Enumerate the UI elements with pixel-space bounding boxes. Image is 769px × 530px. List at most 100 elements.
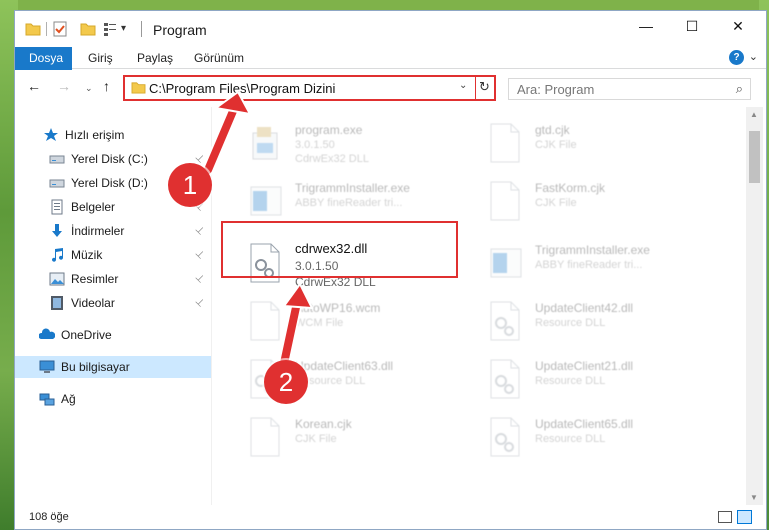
file-icon: [250, 301, 280, 341]
explorer-window: ▾ Program — ☐ ✕ Dosya Giriş Paylaş Görün…: [14, 10, 767, 530]
file-item[interactable]: cdrwex32.dll 3.0.1.50 CdrwEx32 DLL: [235, 235, 475, 289]
navpane-item[interactable]: Videolar ⊥: [15, 292, 211, 314]
details-view-icon[interactable]: [718, 511, 732, 523]
navpane-item[interactable]: Resimler ⊥: [15, 268, 211, 290]
pictures-icon: [49, 272, 65, 286]
pin-icon[interactable]: ⊥: [188, 292, 210, 314]
file-detail: WCM File: [295, 317, 344, 329]
tab-view[interactable]: Görünüm: [187, 47, 251, 69]
file-item[interactable]: AutoWP16.wcm WCM File: [235, 293, 475, 347]
file-name: TrigrammInstaller.exe: [295, 181, 410, 195]
back-button[interactable]: ←: [27, 78, 41, 94]
navpane-item-label: Bu bilgisayar: [61, 360, 130, 374]
download-icon: [52, 224, 62, 237]
scroll-down-icon[interactable]: ▼: [750, 493, 758, 502]
file-name: AutoWP16.wcm: [295, 301, 381, 315]
address-path[interactable]: C:\Program Files\Program Dizini: [149, 81, 335, 96]
navpane-item[interactable]: Müzik ⊥: [15, 244, 211, 266]
file-name: Korean.cjk: [295, 417, 352, 431]
scrollbar-thumb[interactable]: [749, 131, 760, 183]
maximize-button[interactable]: ☐: [669, 11, 715, 41]
file-detail: 3.0.1.50: [295, 259, 339, 273]
scroll-up-icon[interactable]: ▲: [750, 110, 758, 119]
navpane-item[interactable]: Hızlı erişim: [15, 124, 211, 146]
address-dropdown-chevron-icon[interactable]: ⌄: [459, 80, 467, 91]
close-button[interactable]: ✕: [715, 11, 761, 41]
navpane-item[interactable]: Ağ: [15, 388, 211, 410]
item-count: 108 öğe: [29, 511, 69, 523]
computer-icon: [39, 360, 55, 373]
properties-check-icon[interactable]: [53, 21, 67, 37]
customize-toolbar-chevron-icon[interactable]: ▾: [121, 21, 133, 37]
new-folder-icon[interactable]: [80, 21, 96, 37]
search-input[interactable]: Ara: Program: [517, 82, 594, 97]
vertical-scrollbar[interactable]: ▲ ▼: [746, 107, 763, 505]
large-icons-view-icon[interactable]: [737, 510, 752, 524]
network-icon: [39, 393, 55, 406]
exe-icon: [252, 127, 278, 160]
window-title: Program: [153, 22, 207, 38]
navpane-item-label: Belgeler: [71, 200, 116, 214]
videos-icon: [51, 296, 63, 310]
pin-icon[interactable]: ⊥: [188, 220, 210, 242]
minimize-button[interactable]: —: [623, 11, 669, 41]
drive-icon: [49, 179, 65, 188]
search-icon[interactable]: ⌕: [736, 81, 743, 97]
file-item[interactable]: gtd.cjk CJK File: [475, 115, 715, 169]
ribbon-tabs: Dosya Giriş Paylaş Görünüm ? ⌄: [15, 47, 766, 101]
view-properties-icon[interactable]: [103, 21, 117, 37]
file-detail: ABBY fineReader tri...: [295, 197, 403, 209]
tab-home[interactable]: Giriş: [81, 47, 120, 69]
pane-divider: [211, 107, 212, 505]
file-item[interactable]: UpdateClient42.dll Resource DLL: [475, 293, 715, 347]
help-icon[interactable]: ?: [729, 50, 744, 65]
navpane-item-label: İndirmeler: [71, 224, 125, 238]
file-name: FastKorm.cjk: [535, 181, 606, 195]
drive-icon: [49, 155, 65, 164]
file-name: UpdateClient63.dll: [295, 359, 394, 373]
file-item[interactable]: UpdateClient21.dll Resource DLL: [475, 351, 715, 405]
tab-share[interactable]: Paylaş: [130, 47, 180, 69]
file-item[interactable]: TrigrammInstaller.exe ABBY fineReader tri…: [475, 235, 715, 289]
file-list: program.exe 3.0.1.50 CdrwEx32 DLL gtd.cjk CJ…: [225, 107, 745, 505]
up-button[interactable]: ↑: [103, 78, 110, 94]
file-detail: CJK File: [295, 433, 337, 445]
file-detail: Resource DLL: [535, 375, 606, 387]
pin-icon[interactable]: ⊥: [188, 268, 210, 290]
navpane-item[interactable]: İndirmeler ⊥: [15, 220, 211, 242]
navpane-item-label: Videolar: [71, 296, 115, 310]
file-detail: CJK File: [535, 139, 577, 151]
recent-locations-chevron-icon[interactable]: ⌄: [85, 83, 93, 94]
navpane-item-label: Yerel Disk (D:): [71, 176, 148, 190]
file-detail: ABBY fineReader tri...: [535, 259, 643, 271]
file-item[interactable]: UpdateClient65.dll Resource DLL: [475, 409, 715, 463]
dll-icon: [490, 417, 520, 457]
file-description: CdrwEx32 DLL: [295, 275, 376, 289]
pin-icon[interactable]: ⊥: [188, 244, 210, 266]
address-separator: [475, 77, 476, 99]
folder-icon[interactable]: [25, 21, 41, 37]
file-icon: [490, 181, 520, 221]
navpane-item[interactable]: OneDrive: [15, 324, 211, 346]
onedrive-icon: [39, 328, 55, 339]
file-name: UpdateClient21.dll: [535, 359, 634, 373]
file-item[interactable]: Korean.cjk CJK File: [235, 409, 475, 463]
file-item[interactable]: TrigrammInstaller.exe ABBY fineReader tri…: [235, 173, 475, 227]
file-icon: [250, 417, 280, 457]
refresh-button[interactable]: ↻: [479, 79, 490, 95]
music-icon: [52, 248, 63, 262]
file-detail: CJK File: [535, 197, 577, 209]
file-icon: [490, 123, 520, 163]
navpane-item[interactable]: Bu bilgisayar: [15, 356, 211, 378]
file-item[interactable]: program.exe 3.0.1.50 CdrwEx32 DLL: [235, 115, 475, 169]
dll-icon: [490, 301, 520, 341]
documents-icon: [51, 199, 63, 215]
expand-ribbon-chevron-icon[interactable]: ⌄: [749, 50, 758, 63]
file-item[interactable]: FastKorm.cjk CJK File: [475, 173, 715, 227]
search-box[interactable]: Ara: Program ⌕: [508, 78, 751, 100]
address-bar[interactable]: C:\Program Files\Program Dizini ⌄ ↻: [123, 75, 496, 101]
navpane-item-label: Ağ: [61, 392, 76, 406]
file-name: gtd.cjk: [535, 123, 570, 137]
file-detail: 3.0.1.50: [295, 139, 335, 151]
forward-button[interactable]: →: [57, 78, 71, 94]
